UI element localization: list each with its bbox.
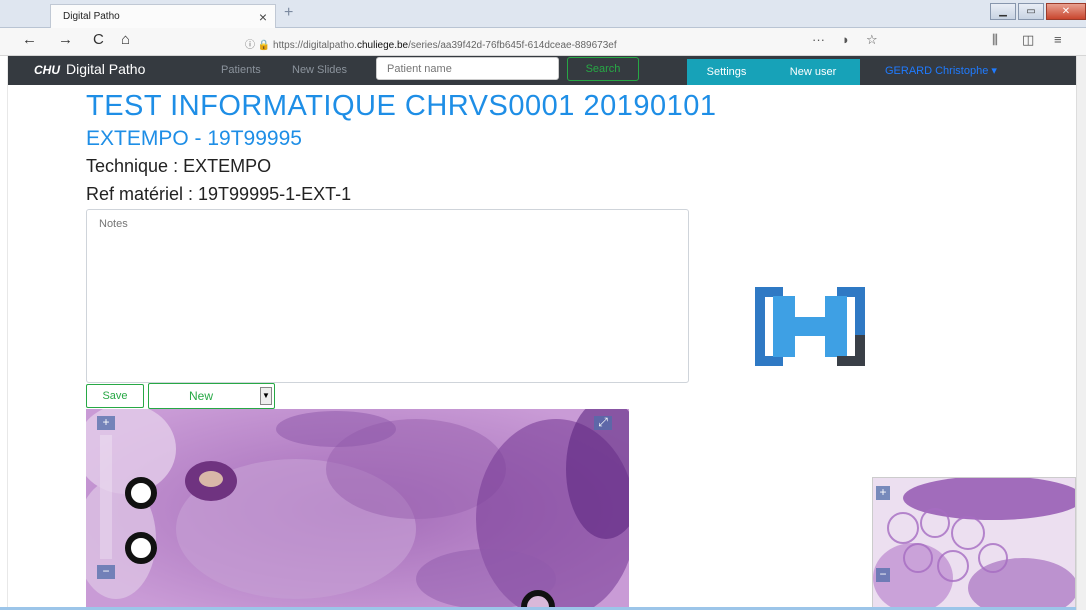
zoom-slider[interactable] — [100, 435, 112, 559]
page-title: TEST INFORMATIQUE CHRVS0001 20190101 — [86, 90, 717, 122]
tab-title: Digital Patho — [63, 11, 120, 22]
chevron-down-icon: ▼ — [260, 387, 272, 405]
tab-close-icon[interactable]: × — [259, 9, 267, 25]
minimize-icon[interactable]: ▁ — [990, 3, 1016, 20]
tissue-image — [86, 409, 629, 610]
zoom-out-icon-2[interactable]: − — [876, 568, 890, 582]
user-menu[interactable]: GERARD Christophe ▾ — [885, 64, 997, 77]
window-close-icon[interactable]: ✕ — [1046, 3, 1086, 20]
forward-icon[interactable]: → — [58, 31, 73, 48]
pocket-icon[interactable]: ◗ — [842, 32, 850, 47]
nav-patients[interactable]: Patients — [221, 64, 261, 76]
notes-textarea[interactable] — [86, 209, 689, 383]
back-icon[interactable]: ← — [22, 31, 37, 48]
home-icon[interactable]: ⌂ — [121, 31, 130, 48]
app-navbar: CHU Digital Patho Patients New Slides Sea… — [0, 56, 1076, 85]
nav-new-slides[interactable]: New Slides — [292, 64, 347, 76]
new-tab-icon[interactable]: + — [284, 4, 293, 22]
page-scrollbar[interactable] — [1076, 56, 1086, 610]
zoom-out-icon[interactable]: − — [97, 565, 115, 579]
url-bar[interactable]: ⓘ 🔒 https://digitalpatho.chuliege.be/ser… — [241, 32, 889, 52]
patient-search-input[interactable] — [376, 57, 559, 80]
sidebar-icon[interactable]: ◫ — [1022, 32, 1034, 48]
browser-tab-bar: Digital Patho × + ▁ ▭ ✕ — [0, 0, 1086, 28]
url-prefix: https://digitalpatho. — [273, 40, 357, 51]
secondary-slide-viewer[interactable]: + − — [872, 477, 1076, 610]
save-button[interactable]: Save — [86, 384, 144, 408]
bookmark-star-icon[interactable]: ☆ — [866, 32, 878, 48]
new-select[interactable]: New ▼ — [148, 383, 275, 409]
browser-nav-bar: ← → C ⌂ ⓘ 🔒 https://digitalpatho.chulieg… — [0, 28, 1086, 56]
search-button[interactable]: Search — [567, 57, 639, 81]
menu-icon[interactable]: ≡ — [1054, 32, 1062, 47]
lock-icon: 🔒 — [257, 40, 271, 51]
hospital-logo — [755, 287, 865, 366]
url-host: chuliege.be — [356, 40, 409, 51]
page-actions-icon[interactable]: ··· — [812, 32, 825, 47]
technique-text: Technique : EXTEMPO — [86, 156, 272, 176]
left-edge — [0, 56, 8, 610]
tissue-image-2 — [873, 478, 1075, 609]
library-icon[interactable]: ⫼ — [992, 32, 998, 48]
url-path: /series/aa39f42d-76fb645f-614dceae-88967… — [408, 40, 617, 51]
slide-viewer[interactable]: + − ⤢ — [86, 409, 629, 610]
brand-name: Digital Patho — [66, 61, 146, 77]
reload-icon[interactable]: C — [93, 31, 104, 48]
brand[interactable]: CHU Digital Patho — [34, 61, 145, 77]
browser-tab[interactable]: Digital Patho × — [50, 4, 276, 28]
info-icon: ⓘ — [245, 40, 255, 51]
page-subtitle: EXTEMPO - 19T99995 — [86, 127, 302, 150]
chu-logo: CHU — [34, 63, 60, 77]
new-user-button[interactable]: New user — [766, 59, 860, 85]
fullscreen-icon[interactable]: ⤢ — [594, 416, 612, 430]
maximize-icon[interactable]: ▭ — [1018, 3, 1044, 20]
zoom-in-icon[interactable]: + — [97, 416, 115, 430]
new-select-value: New — [189, 389, 214, 403]
ref-material-text: Ref matériel : 19T99995-1-EXT-1 — [86, 184, 352, 204]
zoom-in-icon-2[interactable]: + — [876, 486, 890, 500]
settings-button[interactable]: Settings — [687, 59, 766, 85]
